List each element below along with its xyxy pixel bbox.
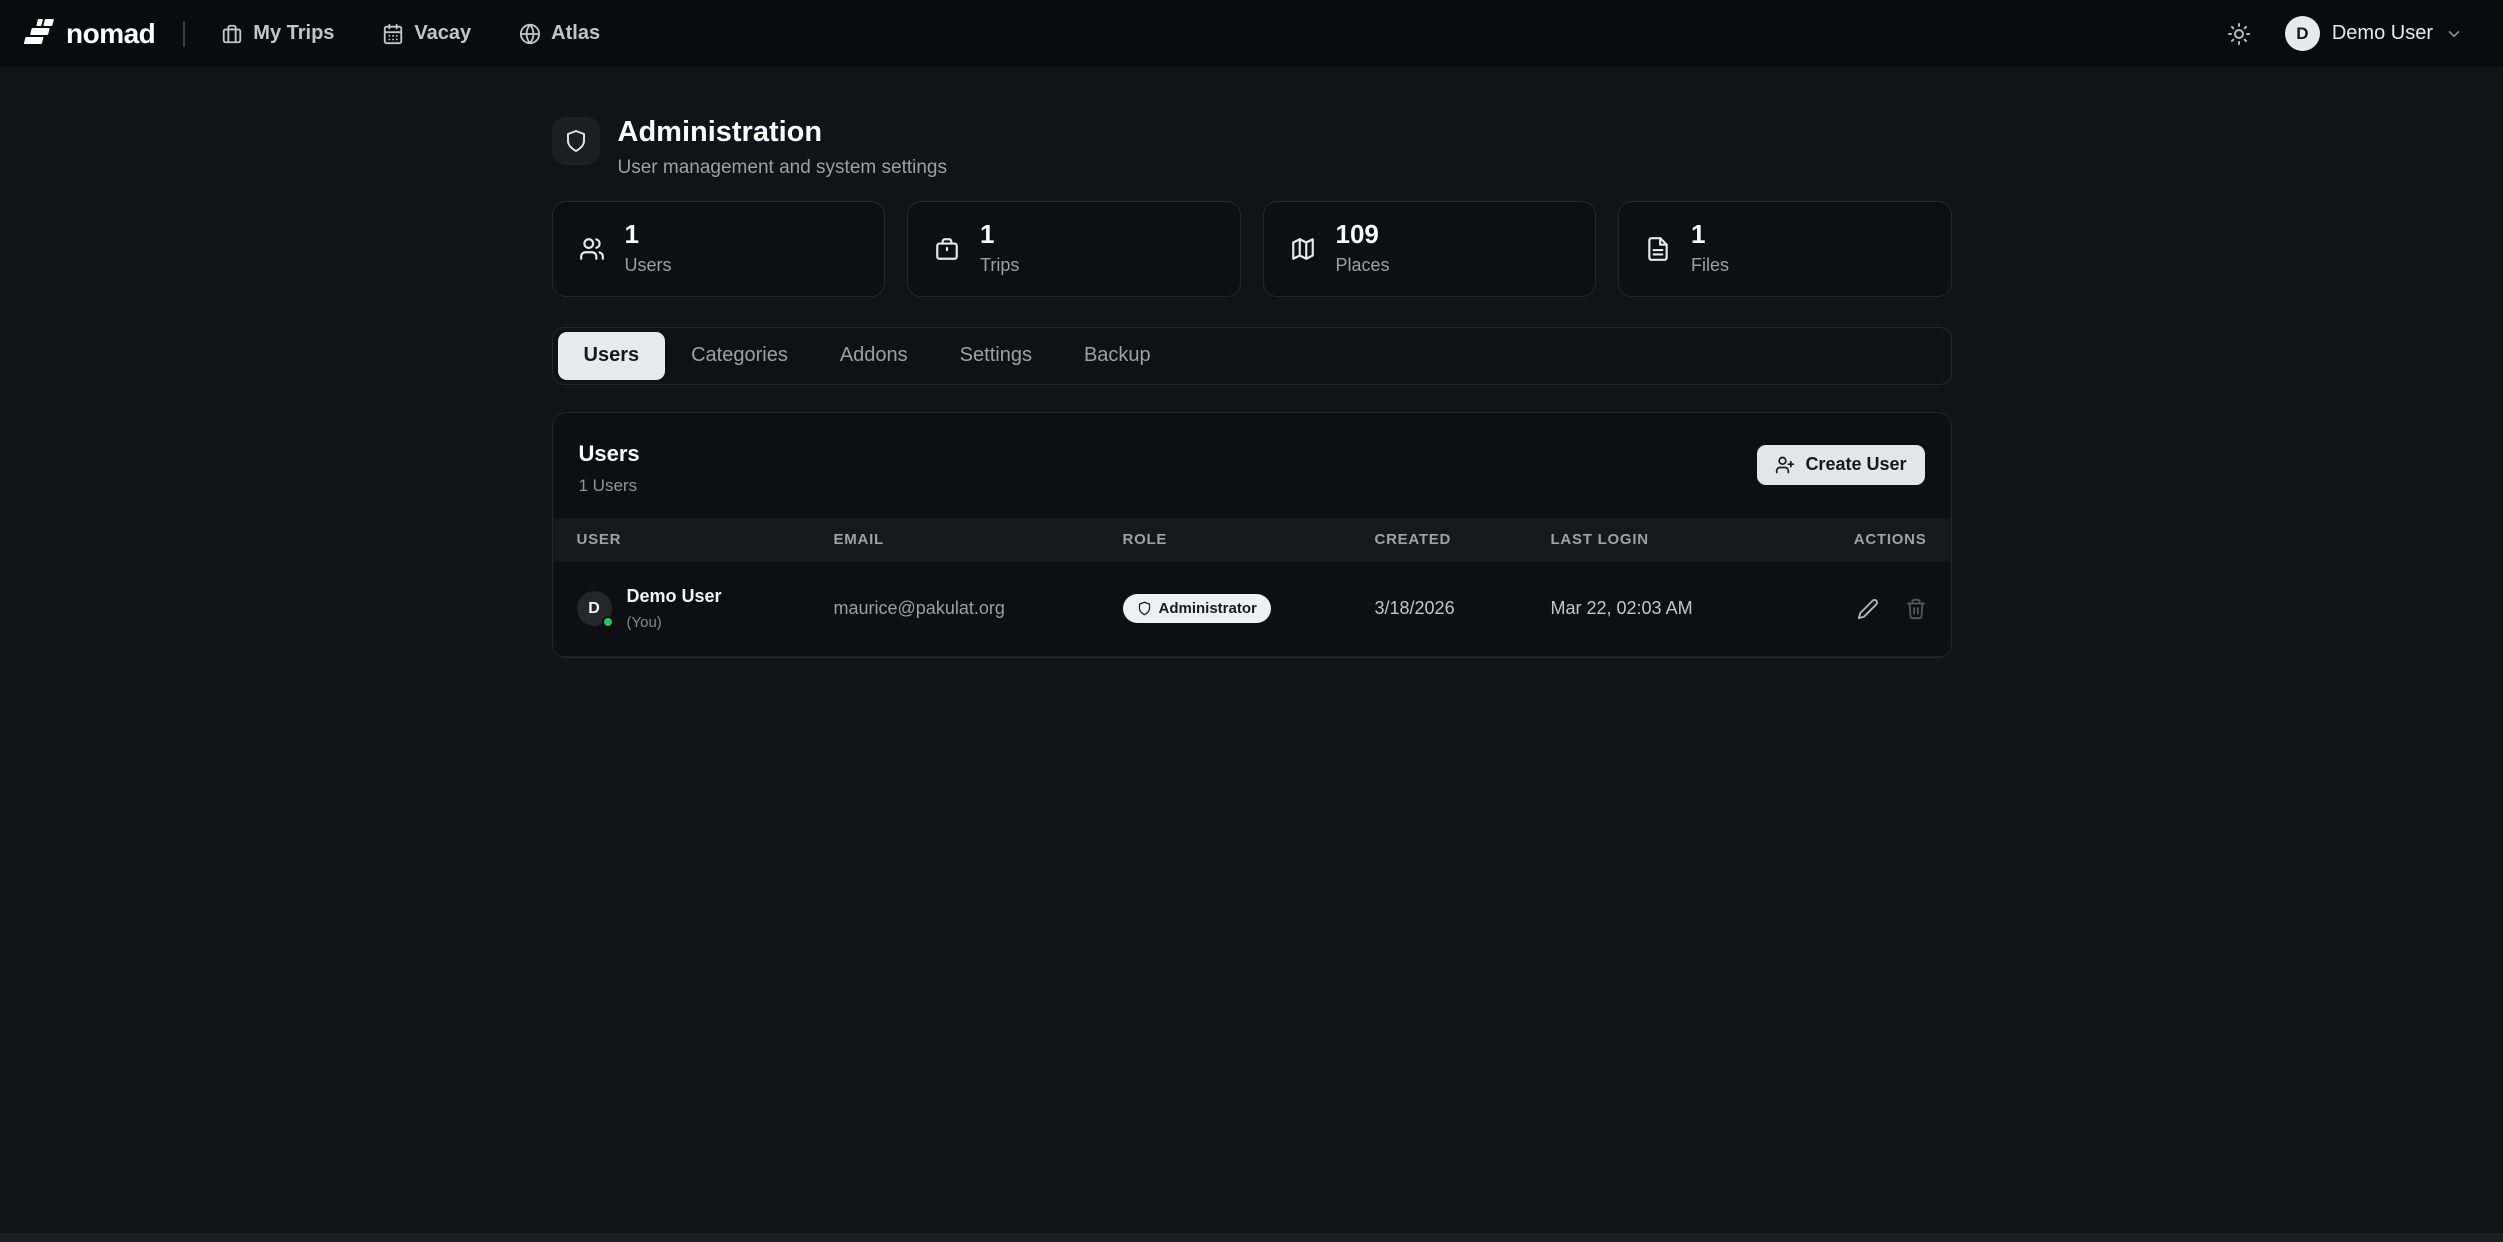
column-header-user: User <box>577 531 834 548</box>
nav-item-label: My Trips <box>253 22 334 45</box>
user-cell: D Demo User (You) <box>577 586 834 631</box>
nav-item-vacay[interactable]: Vacay <box>382 22 471 45</box>
admin-tabs: Users Categories Addons Settings Backup <box>552 327 1952 385</box>
calendar-icon <box>382 23 404 45</box>
stat-label: Trips <box>980 255 1019 276</box>
user-name: Demo User <box>627 586 722 607</box>
last-login-cell: Mar 22, 02:03 AM <box>1551 598 1831 619</box>
avatar-initial: D <box>588 600 600 618</box>
users-panel-header: Users 1 Users Create User <box>553 413 1951 518</box>
tab-addons[interactable]: Addons <box>814 332 934 380</box>
nav-divider <box>183 21 185 47</box>
stat-label: Users <box>625 255 672 276</box>
tab-settings[interactable]: Settings <box>934 332 1058 380</box>
trash-icon <box>1905 598 1927 620</box>
edit-user-button[interactable] <box>1857 598 1879 620</box>
table-row: D Demo User (You) maurice@pakulat.org Ad… <box>553 562 1951 657</box>
stat-value: 109 <box>1336 221 1390 247</box>
create-user-button[interactable]: Create User <box>1757 445 1924 485</box>
chevron-down-icon <box>2445 25 2463 43</box>
users-table-header: User Email Role Created Last Login Actio… <box>553 518 1951 562</box>
column-header-created: Created <box>1375 531 1551 548</box>
stat-label: Files <box>1691 255 1729 276</box>
actions-cell <box>1831 598 1927 620</box>
shield-icon <box>552 117 600 165</box>
delete-user-button[interactable] <box>1905 598 1927 620</box>
email-cell: maurice@pakulat.org <box>834 598 1123 619</box>
avatar: D <box>2285 16 2320 51</box>
nav-item-atlas[interactable]: Atlas <box>519 22 600 45</box>
theme-toggle-button[interactable] <box>2227 22 2251 46</box>
avatar: D <box>577 591 612 626</box>
stat-value: 1 <box>980 221 1019 247</box>
you-label: (You) <box>627 614 722 631</box>
nav-item-label: Vacay <box>414 22 471 45</box>
page-title: Administration <box>618 117 948 149</box>
top-navbar: nomad My Trips Vacay Atlas <box>0 0 2503 67</box>
nav-item-my-trips[interactable]: My Trips <box>221 22 334 45</box>
brand-name: nomad <box>66 18 155 50</box>
stat-card-places: 109 Places <box>1263 201 1597 297</box>
create-user-label: Create User <box>1805 454 1906 475</box>
scrollbar-horizontal-track[interactable] <box>0 1233 2503 1242</box>
stats-grid: 1 Users 1 Trips 109 Places <box>552 201 1952 297</box>
role-badge: Administrator <box>1123 594 1271 623</box>
users-panel: Users 1 Users Create User User Email Rol… <box>552 412 1952 658</box>
panel-title: Users <box>579 441 640 467</box>
page-subtitle: User management and system settings <box>618 157 948 179</box>
nav-item-label: Atlas <box>551 22 600 45</box>
file-text-icon <box>1645 236 1671 262</box>
briefcase-icon <box>934 236 960 262</box>
page-header: Administration User management and syste… <box>552 117 1952 179</box>
user-name: Demo User <box>2332 22 2433 45</box>
column-header-role: Role <box>1123 531 1375 548</box>
users-count: 1 Users <box>579 476 640 496</box>
role-label: Administrator <box>1159 600 1257 617</box>
online-status-dot <box>602 616 614 628</box>
users-icon <box>579 236 605 262</box>
globe-icon <box>519 23 541 45</box>
column-header-actions: Actions <box>1831 531 1927 548</box>
user-plus-icon <box>1775 455 1795 475</box>
pencil-icon <box>1857 598 1879 620</box>
stat-card-files: 1 Files <box>1618 201 1952 297</box>
tab-users[interactable]: Users <box>558 332 666 380</box>
briefcase-icon <box>221 23 243 45</box>
stat-value: 1 <box>1691 221 1729 247</box>
role-cell: Administrator <box>1123 594 1375 623</box>
created-cell: 3/18/2026 <box>1375 598 1551 619</box>
nomad-logo-icon <box>24 15 56 52</box>
main-content: Administration User management and syste… <box>552 67 1952 658</box>
stat-label: Places <box>1336 255 1390 276</box>
stat-card-trips: 1 Trips <box>907 201 1241 297</box>
stat-card-users: 1 Users <box>552 201 886 297</box>
tab-categories[interactable]: Categories <box>665 332 814 380</box>
column-header-email: Email <box>834 531 1123 548</box>
stat-value: 1 <box>625 221 672 247</box>
brand-logo[interactable]: nomad <box>24 15 155 52</box>
sun-icon <box>2227 22 2251 46</box>
user-menu[interactable]: D Demo User <box>2285 16 2463 51</box>
column-header-last-login: Last Login <box>1551 531 1831 548</box>
shield-icon <box>1137 601 1152 616</box>
tab-backup[interactable]: Backup <box>1058 332 1177 380</box>
map-icon <box>1290 236 1316 262</box>
